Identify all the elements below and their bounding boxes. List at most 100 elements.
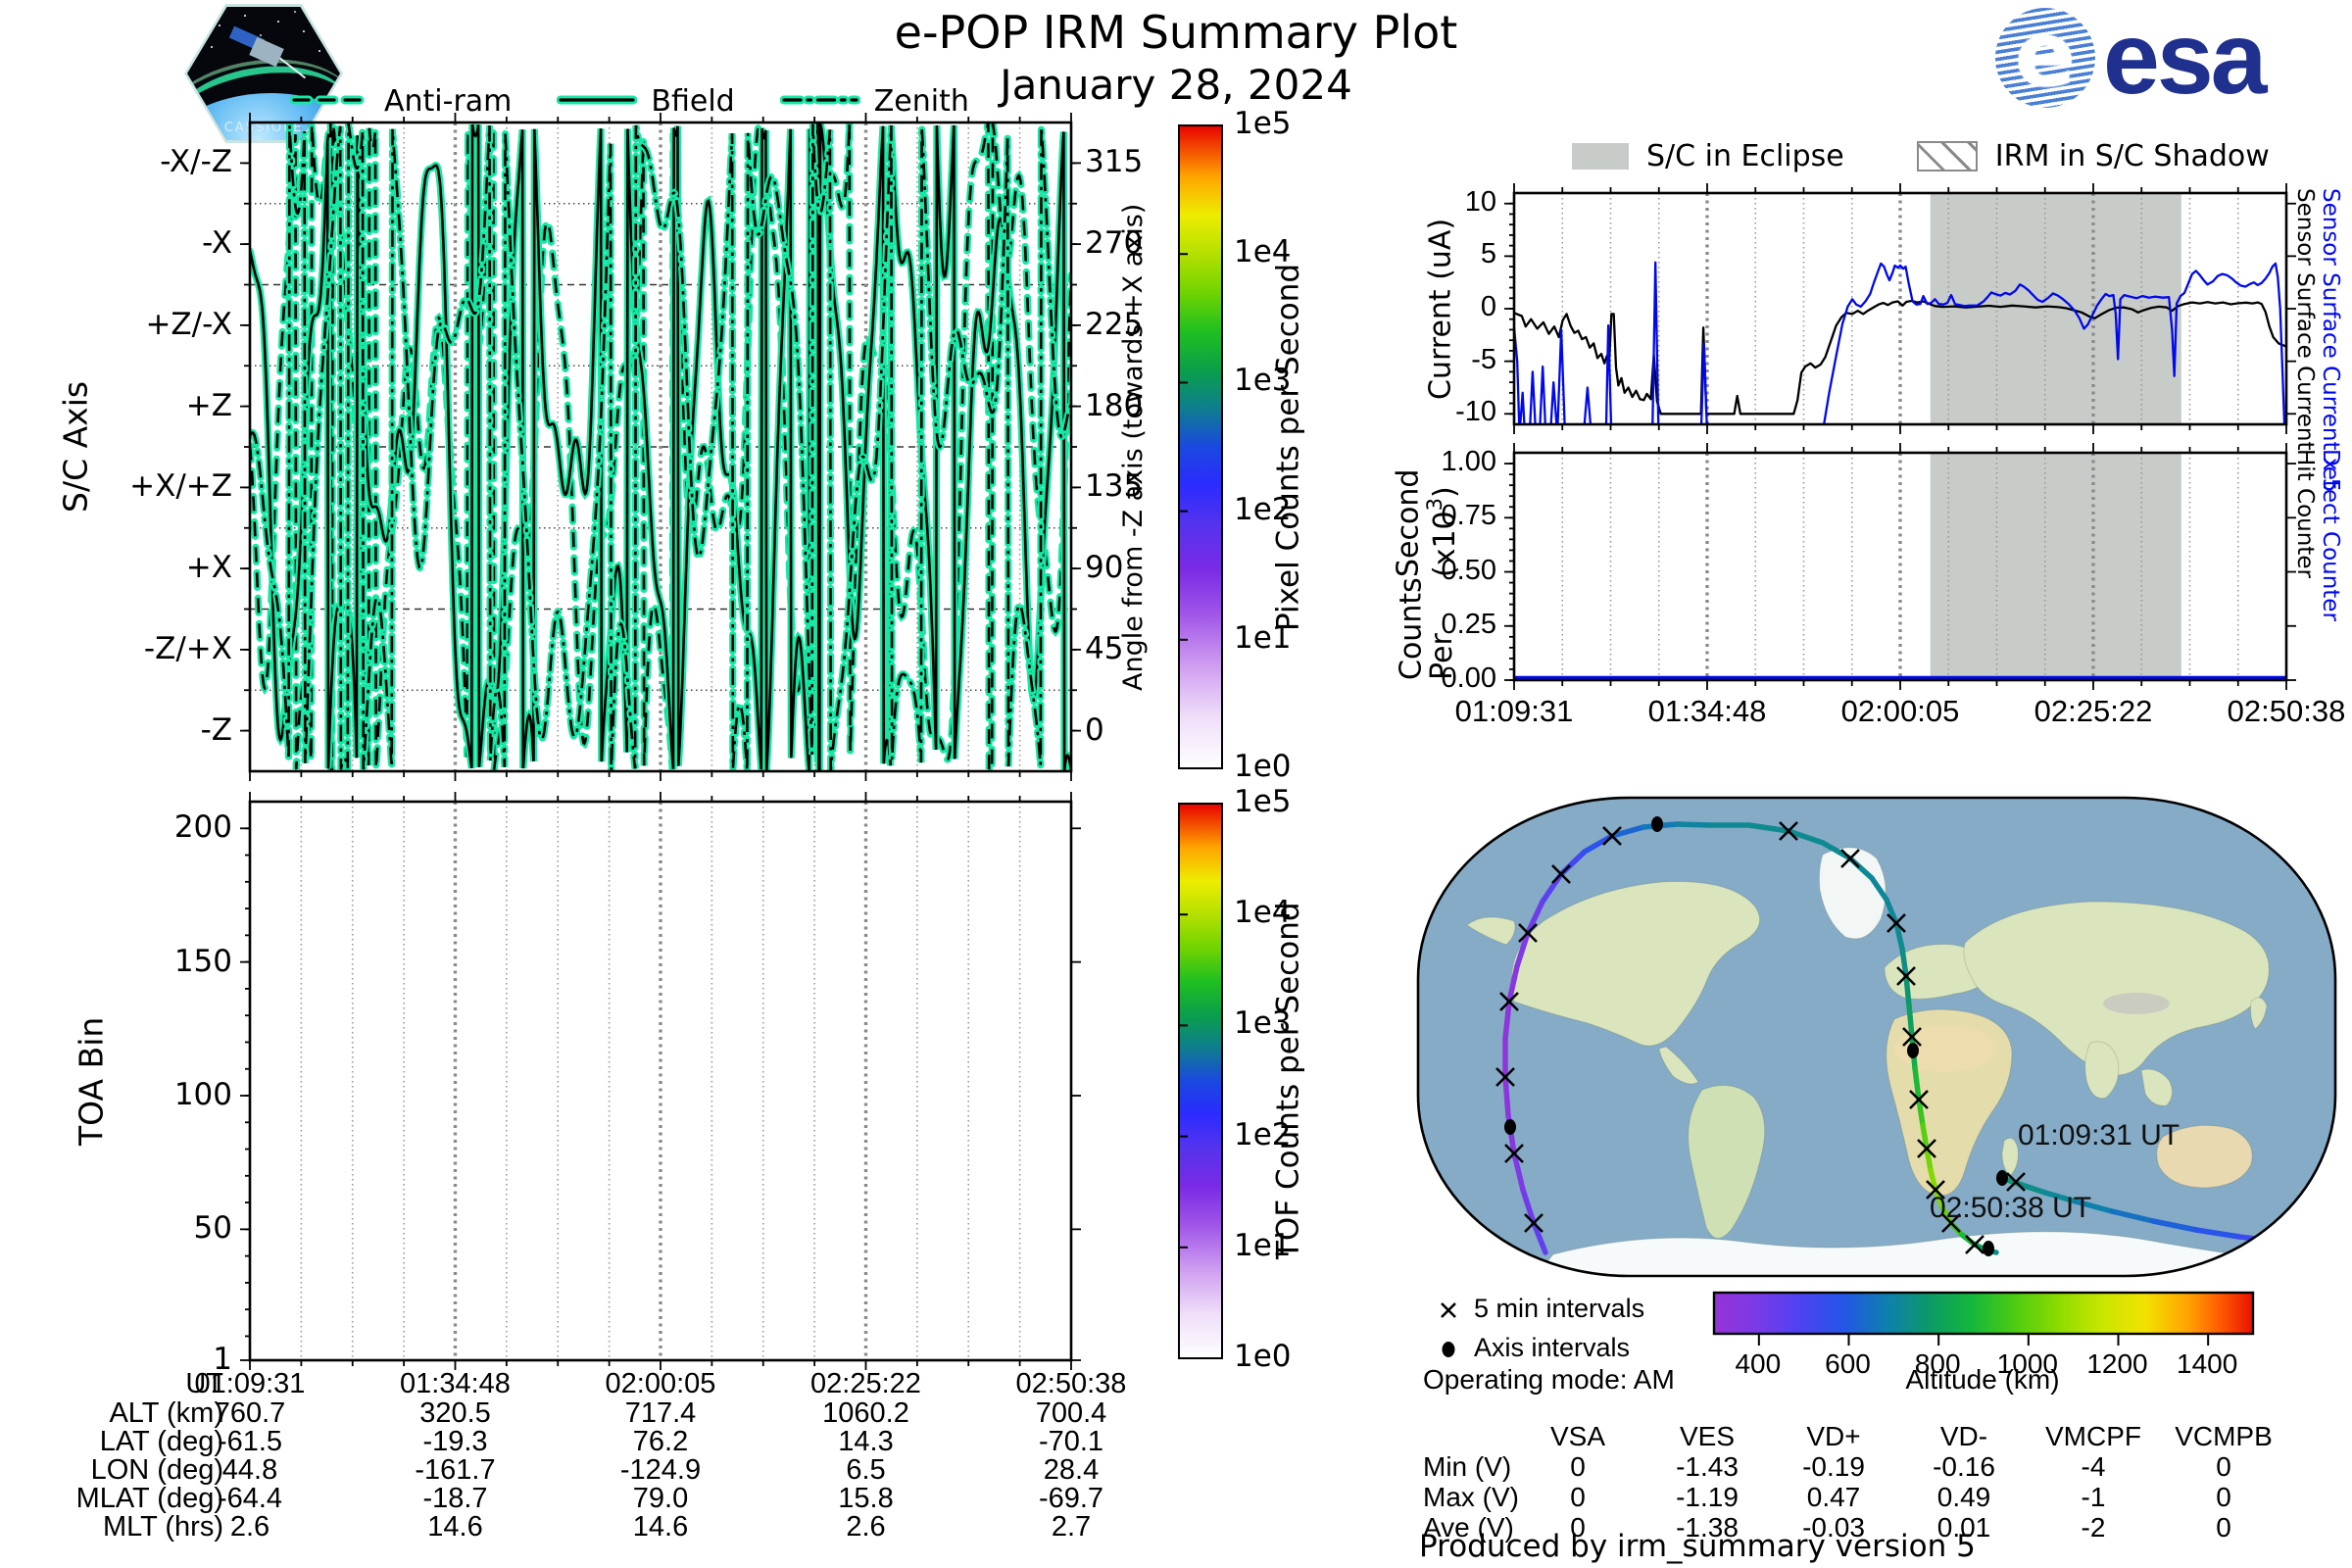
sc-axis-ytick-label: -Z/+X: [143, 630, 232, 666]
eclipse-legend: S/C in Eclipse IRM in S/C Shadow: [1572, 139, 2270, 173]
altitude-colorbar: [1712, 1291, 2255, 1346]
angle-ytick-label: 270: [1085, 225, 1144, 262]
ut-table-cell: 01:09:31: [194, 1368, 306, 1399]
voltage-table-header: VD+: [1806, 1421, 1861, 1451]
sc-axis-ylabel: S/C Axis: [56, 380, 95, 514]
voltage-table-cell: 0: [2216, 1482, 2231, 1512]
voltage-table-cell: -1.43: [1676, 1451, 1739, 1482]
angle-ytick-label: 90: [1085, 550, 1124, 586]
starfield-decor: [201, 17, 203, 19]
sc-axis-ytick-label: +X: [185, 550, 232, 586]
esa-globe-icon: e: [1995, 8, 2095, 108]
toa-ytick-label: 200: [173, 809, 232, 846]
voltage-table-header: VES: [1679, 1421, 1736, 1451]
sc-axis-ytick-label: +X/+Z: [129, 468, 232, 505]
himalaya-decor: [2103, 993, 2170, 1014]
ground-track-segment: [1674, 821, 1713, 828]
voltage-table-header: VMCPF: [2045, 1421, 2141, 1451]
voltage-table-cell: 0: [2216, 1512, 2231, 1543]
ut-table-cell: 14.6: [427, 1511, 483, 1543]
ut-table-cell: 02:00:05: [605, 1368, 716, 1399]
voltage-table-header: VSA: [1549, 1421, 1606, 1451]
axis-interval-marker: [1504, 1119, 1516, 1135]
ground-track-segment: [2278, 1239, 2322, 1248]
voltage-table-cell: -0.19: [1802, 1451, 1865, 1482]
ground-track-segment: [2316, 1242, 2335, 1250]
shadow-swatch-icon: [1916, 141, 1978, 172]
axis-interval-marker: [1996, 1170, 2008, 1186]
counts-ytick-label: 0.00: [1441, 662, 1496, 694]
voltage-table-cell: -1.38: [1676, 1512, 1739, 1543]
tof-counts-colorbar-tick-label: 1e1: [1234, 1227, 1292, 1263]
voltage-table-cell: -1.19: [1676, 1482, 1739, 1512]
voltage-table-cell: 0: [1570, 1512, 1586, 1543]
counts-ytick-label: 1.00: [1441, 446, 1496, 478]
counts-ytick-label: 0.25: [1441, 608, 1496, 640]
voltage-table-header: VCMPB: [2175, 1421, 2273, 1451]
current-ytick-label: -10: [1455, 396, 1496, 428]
voltage-table-cell: -0.16: [1933, 1451, 1995, 1482]
angle-ytick-label: 225: [1085, 306, 1144, 342]
tof-counts-colorbar-tick-label: 1e3: [1234, 1005, 1292, 1042]
pixel-counts-colorbar: [1178, 124, 1223, 769]
counts-plot: [1504, 443, 2296, 690]
angle-ytick-label: 180: [1085, 387, 1144, 423]
pixel-counts-colorbar-tick-label: 1e0: [1234, 749, 1292, 784]
sc-axis-ytick-label: -Z: [200, 711, 232, 748]
ut-table-cell: 02:50:38: [1015, 1368, 1127, 1399]
counts-ytick-label: 0.50: [1441, 554, 1496, 586]
current-ytick-label: 10: [1464, 185, 1496, 218]
tof-counts-colorbar-tick-label: 1e5: [1234, 784, 1292, 819]
tof-counts-colorbar-tick-label: 1e2: [1234, 1116, 1292, 1152]
axis-intervals-label: Axis intervals: [1474, 1333, 1631, 1362]
current-plot: [1504, 183, 2296, 434]
pixel-counts-colorbar-tick-label: 1e5: [1234, 106, 1292, 141]
pixel-counts-colorbar-tick-label: 1e2: [1234, 491, 1292, 527]
voltage-table-cell: 0: [1570, 1482, 1586, 1512]
time-xtick-label: 01:09:31: [1454, 694, 1574, 728]
esa-wordmark: esa: [2103, 2, 2268, 116]
time-xtick-label: 01:34:48: [1647, 694, 1767, 728]
tof-counts-colorbar-tick-label: 1e4: [1234, 895, 1292, 931]
time-xtick-label: 02:00:05: [1840, 694, 1960, 728]
tof-counts-colorbar: [1178, 803, 1223, 1359]
detect-counter-label: Detect Counter: [2318, 449, 2343, 621]
ut-table-cell: 2.7: [1051, 1511, 1092, 1543]
toa-ytick-label: 150: [173, 943, 232, 979]
axis-interval-marker: [1983, 1241, 1994, 1256]
pixel-counts-colorbar-label: Pixel Counts per Second: [1270, 263, 1306, 631]
dot-marker-icon: [1442, 1342, 1455, 1357]
five-min-marker: [2284, 1233, 2304, 1252]
x-marker-icon: [1441, 1302, 1456, 1318]
pixel-counts-colorbar-tick-label: 1e3: [1234, 363, 1292, 399]
sc-axis-plot: [240, 113, 1081, 781]
angle-ytick-label: 0: [1085, 711, 1104, 748]
map-start-time-label: 01:09:31 UT: [2018, 1119, 2180, 1152]
toa-ytick-label: 50: [193, 1210, 232, 1247]
ground-track-segment: [1502, 1074, 1511, 1118]
angle-ytick-label: 45: [1085, 630, 1124, 666]
axis-interval-marker: [1907, 1043, 1919, 1058]
esa-logo: e esa: [1995, 2, 2268, 116]
voltage-table-cell: 0: [2216, 1451, 2231, 1482]
angle-axis-label: Angle from -Z axis (towards +X axis): [1117, 203, 1149, 691]
voltage-table-cell: 0.49: [1936, 1482, 1991, 1512]
toa-ytick-label: 100: [173, 1077, 232, 1112]
sc-axis-ytick-label: +Z: [185, 387, 232, 423]
current-ytick-label: -5: [1471, 343, 1496, 375]
voltage-table-cell: -2: [2081, 1512, 2106, 1543]
page-title: e-POP IRM Summary Plot: [894, 6, 1458, 59]
esa-globe-e-icon: e: [2014, 8, 2077, 107]
toa-bin-plot: [240, 792, 1081, 1370]
voltage-table-cell: -0.03: [1802, 1512, 1865, 1543]
pixel-counts-colorbar-tick-label: 1e4: [1234, 234, 1292, 270]
ground-track-segment: [1903, 973, 1912, 1008]
voltage-table-header: VD-: [1939, 1421, 1988, 1451]
five-min-intervals-label: 5 min intervals: [1474, 1294, 1645, 1323]
ground-track-segment: [1906, 1003, 1915, 1040]
pixel-counts-colorbar-tick-label: 1e1: [1234, 619, 1292, 656]
ut-table-cell: 2.6: [846, 1511, 886, 1543]
time-xtick-label: 02:25:22: [2034, 694, 2153, 728]
ut-table-cell: 14.6: [632, 1511, 689, 1543]
operating-mode-label: Operating mode: AM: [1423, 1364, 1675, 1395]
